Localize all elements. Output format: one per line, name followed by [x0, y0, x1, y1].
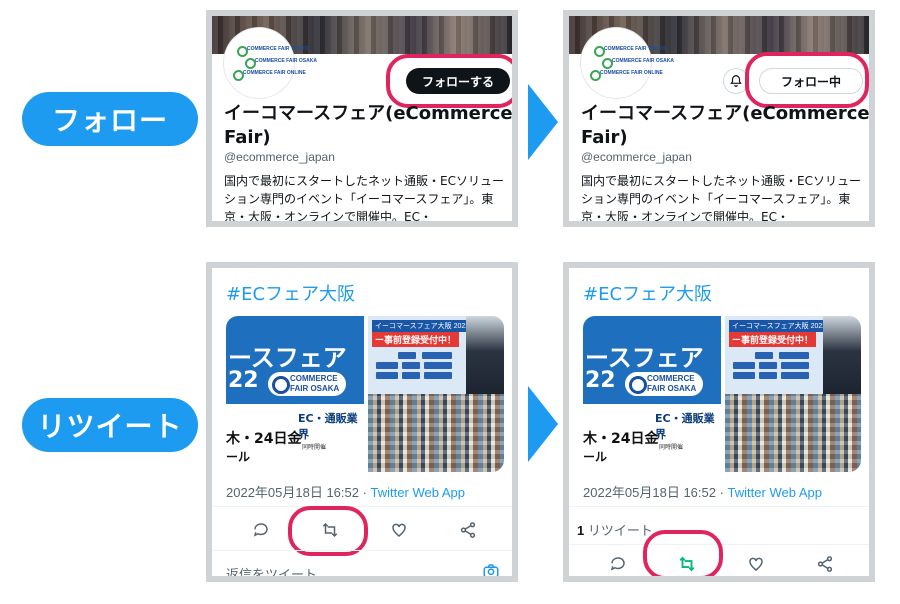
avatar[interactable]: COMMERCE FAIR TOKYO COMMERCE FAIR OSAKA … — [581, 28, 674, 98]
reply-input[interactable]: 返信をツイート — [226, 564, 317, 576]
media-date: 木・24日金 — [226, 431, 302, 447]
logo-text: COMMERCE FAIR OSAKA — [600, 57, 674, 69]
like-icon[interactable] — [387, 518, 411, 542]
media-category: EC・通販業界 — [298, 412, 358, 441]
media-hall: ール — [583, 450, 608, 464]
media-year: 22 — [585, 368, 616, 393]
profile-card-after: COMMERCE FAIR TOKYO COMMERCE FAIR OSAKA … — [563, 10, 875, 227]
avatar[interactable]: COMMERCE FAIR TOKYO COMMERCE FAIR OSAKA … — [224, 28, 317, 98]
media-badge: COMMERCE FAIR OSAKA — [625, 372, 703, 396]
share-icon[interactable] — [813, 552, 837, 576]
divider — [212, 506, 512, 507]
media-right-title: イーコマースフェア大阪 2022 — [729, 320, 830, 332]
share-icon[interactable] — [456, 518, 480, 542]
highlight-ring — [386, 54, 512, 108]
tweet-timestamp: 2022年05月18日 16:52 · Twitter Web App — [583, 485, 822, 500]
media-badge: COMMERCE FAIR OSAKA — [268, 372, 346, 396]
media-image-left: ースフェア 22 COMMERCE FAIR OSAKA EC・通販業界 木・2… — [583, 316, 721, 472]
like-icon[interactable] — [744, 552, 768, 576]
logo-text: COMMERCE FAIR TOKYO — [592, 45, 666, 57]
highlight-ring — [288, 506, 368, 556]
tweet-card-after: #ECフェア大阪 ースフェア 22 COMMERCE FAIR OSAKA EC… — [563, 262, 875, 582]
camera-icon[interactable] — [482, 562, 500, 576]
follow-label: フォロー — [22, 92, 198, 146]
logo-text: COMMERCE FAIR ONLINE — [588, 69, 663, 81]
via-link[interactable]: Twitter Web App — [728, 485, 822, 500]
tweet-media[interactable]: ースフェア 22 COMMERCE FAIR OSAKA EC・通販業界 木・2… — [226, 316, 504, 472]
arrow-right-icon — [528, 84, 558, 160]
media-year: 22 — [228, 368, 259, 393]
tweet-card-before: #ECフェア大阪 ースフェア 22 COMMERCE FAIR OSAKA EC… — [206, 262, 518, 582]
reply-icon[interactable] — [606, 552, 630, 576]
media-co: 同時開催 — [659, 445, 684, 451]
profile-name: イーコマースフェア(eCommerce Fair) — [581, 103, 870, 148]
logo-text: COMMERCE FAIR TOKYO — [235, 45, 309, 57]
media-hall: ール — [226, 450, 251, 464]
logo-text: COMMERCE FAIR OSAKA — [243, 57, 317, 69]
profile-bio: 国内で最初にスタートしたネット通販・ECソリューション専門のイベント「イーコマー… — [224, 174, 504, 224]
profile-bio: 国内で最初にスタートしたネット通販・ECソリューション専門のイベント「イーコマー… — [581, 174, 861, 224]
highlight-ring — [643, 530, 723, 576]
media-image-right: イーコマースフェア大阪 2022 ー事前登録受付中！ — [725, 316, 861, 472]
hashtag-link[interactable]: #ECフェア大阪 — [583, 280, 712, 306]
profile-card-before: COMMERCE FAIR TOKYO COMMERCE FAIR OSAKA … — [206, 10, 518, 227]
media-date: 木・24日金 — [583, 431, 659, 447]
retweet-count[interactable]: 1 リツイート — [577, 520, 653, 539]
arrow-right-icon — [528, 386, 558, 462]
media-image-right: イーコマースフェア大阪 2022 ー事前登録受付中！ — [368, 316, 504, 472]
media-right-reg: ー事前登録受付中！ — [372, 332, 460, 347]
media-image-left: ースフェア 22 COMMERCE FAIR OSAKA EC・通販業界 木・2… — [226, 316, 364, 472]
profile-handle: @ecommerce_japan — [224, 150, 335, 164]
logo-text: COMMERCE FAIR ONLINE — [231, 69, 306, 81]
media-co: 同時開催 — [302, 445, 327, 451]
divider — [569, 506, 869, 507]
hashtag-link[interactable]: #ECフェア大阪 — [226, 280, 355, 306]
divider — [212, 550, 512, 551]
tweet-media[interactable]: ースフェア 22 COMMERCE FAIR OSAKA EC・通販業界 木・2… — [583, 316, 861, 472]
highlight-ring — [745, 52, 869, 108]
reply-icon[interactable] — [249, 518, 273, 542]
retweet-label: リツイート — [22, 398, 198, 452]
profile-name: イーコマースフェア(eCommerce Fair) — [224, 103, 513, 148]
media-right-title: イーコマースフェア大阪 2022 — [372, 320, 473, 332]
media-right-reg: ー事前登録受付中！ — [729, 332, 817, 347]
tweet-timestamp: 2022年05月18日 16:52 · Twitter Web App — [226, 485, 465, 500]
media-category: EC・通販業界 — [655, 412, 715, 441]
profile-handle: @ecommerce_japan — [581, 150, 692, 164]
via-link[interactable]: Twitter Web App — [371, 485, 465, 500]
